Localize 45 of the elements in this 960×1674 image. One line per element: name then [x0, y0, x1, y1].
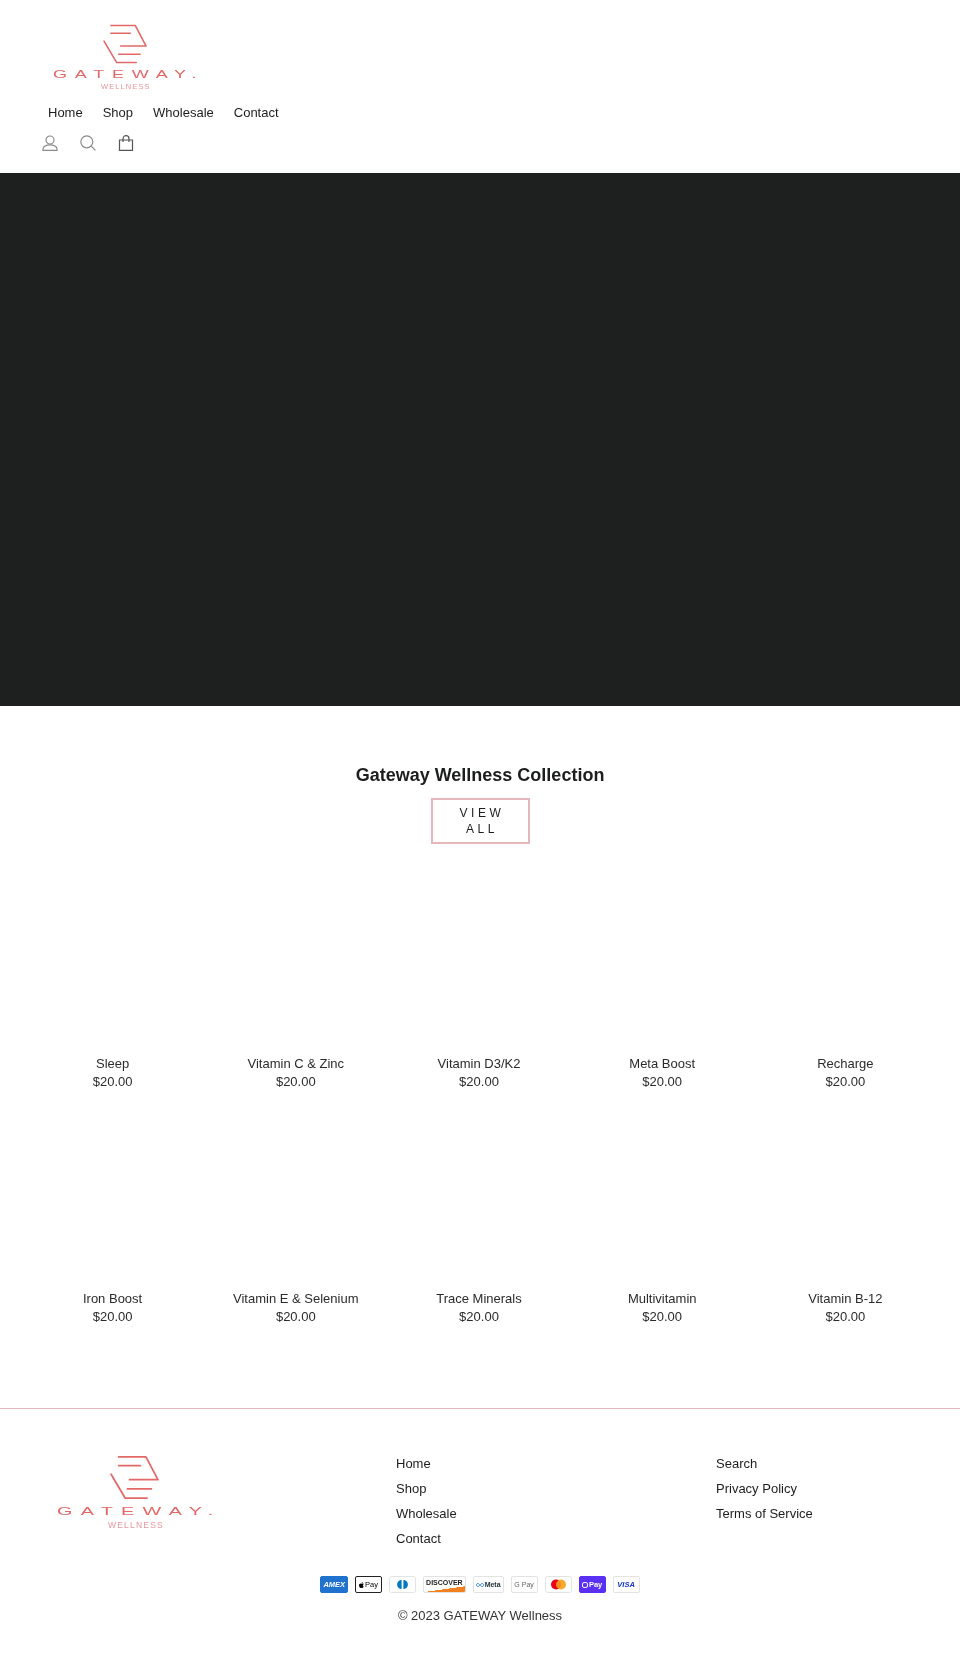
product-name[interactable]: Vitamin E & Selenium [233, 1290, 359, 1308]
product-price: $20.00 [92, 1308, 133, 1326]
product-price: $20.00 [92, 1073, 133, 1091]
footer-link[interactable]: Wholesale [396, 1506, 457, 1521]
person-icon[interactable] [42, 135, 58, 151]
product-price: $20.00 [275, 1073, 316, 1091]
product-name[interactable]: Recharge [817, 1055, 874, 1073]
product-name[interactable]: Meta Boost [629, 1055, 696, 1073]
nav-link[interactable]: Shop [92, 104, 144, 122]
product-name[interactable]: Multivitamin [627, 1290, 697, 1308]
product-price: $20.00 [459, 1073, 499, 1091]
product-name[interactable]: Iron Boost [82, 1290, 143, 1308]
product-name[interactable]: Vitamin C & Zinc [247, 1055, 345, 1073]
logo-tagline: WELLNESS [108, 1520, 164, 1530]
product-price: $20.00 [825, 1073, 866, 1091]
footer-link[interactable]: Shop [396, 1481, 427, 1496]
product-name[interactable]: Vitamin B-12 [808, 1290, 883, 1308]
product-price: $20.00 [825, 1308, 866, 1326]
logo-wordmark: GATEWAY. [57, 1505, 222, 1518]
product-name[interactable]: Sleep [95, 1055, 130, 1073]
infinity-icon [475, 1582, 484, 1587]
footer-link[interactable]: Terms of Service [716, 1506, 813, 1521]
apple-icon [359, 1581, 365, 1588]
section-title: Gateway Wellness Collection [355, 764, 605, 787]
product-name[interactable]: Vitamin D3/K2 [437, 1055, 521, 1073]
nav-link[interactable]: Wholesale [143, 104, 224, 122]
hexagon-logo-icon [103, 24, 147, 64]
nav-link[interactable]: Home [38, 104, 93, 122]
footer-link[interactable]: Search [716, 1456, 758, 1471]
product-price: $20.00 [459, 1308, 499, 1326]
footer-link[interactable]: Home [396, 1456, 431, 1471]
logo-wordmark: GATEWAY. [53, 69, 205, 81]
product-name[interactable]: Trace Minerals [436, 1290, 522, 1308]
nav-link[interactable]: Contact [223, 104, 289, 122]
hexagon-logo-icon [110, 1455, 159, 1500]
product-price: $20.00 [275, 1308, 316, 1326]
footer-link[interactable]: Contact [396, 1531, 441, 1546]
product-price: $20.00 [642, 1308, 683, 1326]
search-icon[interactable] [80, 135, 96, 151]
overlapping-circles-icon [544, 1576, 572, 1593]
copyright-text: © 2023 GATEWAY Wellness [397, 1607, 563, 1625]
product-price: $20.00 [642, 1073, 683, 1091]
shopping-bag-icon[interactable] [118, 135, 134, 151]
footer-link[interactable]: Privacy Policy [716, 1481, 797, 1496]
view-all-button[interactable]: VIEW ALL [430, 798, 530, 844]
